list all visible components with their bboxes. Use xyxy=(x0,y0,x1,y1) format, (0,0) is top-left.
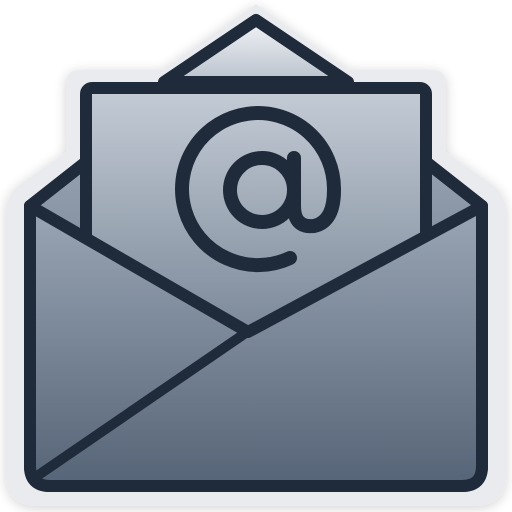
open-envelope-icon xyxy=(6,4,506,506)
email-icon-container xyxy=(0,0,512,512)
